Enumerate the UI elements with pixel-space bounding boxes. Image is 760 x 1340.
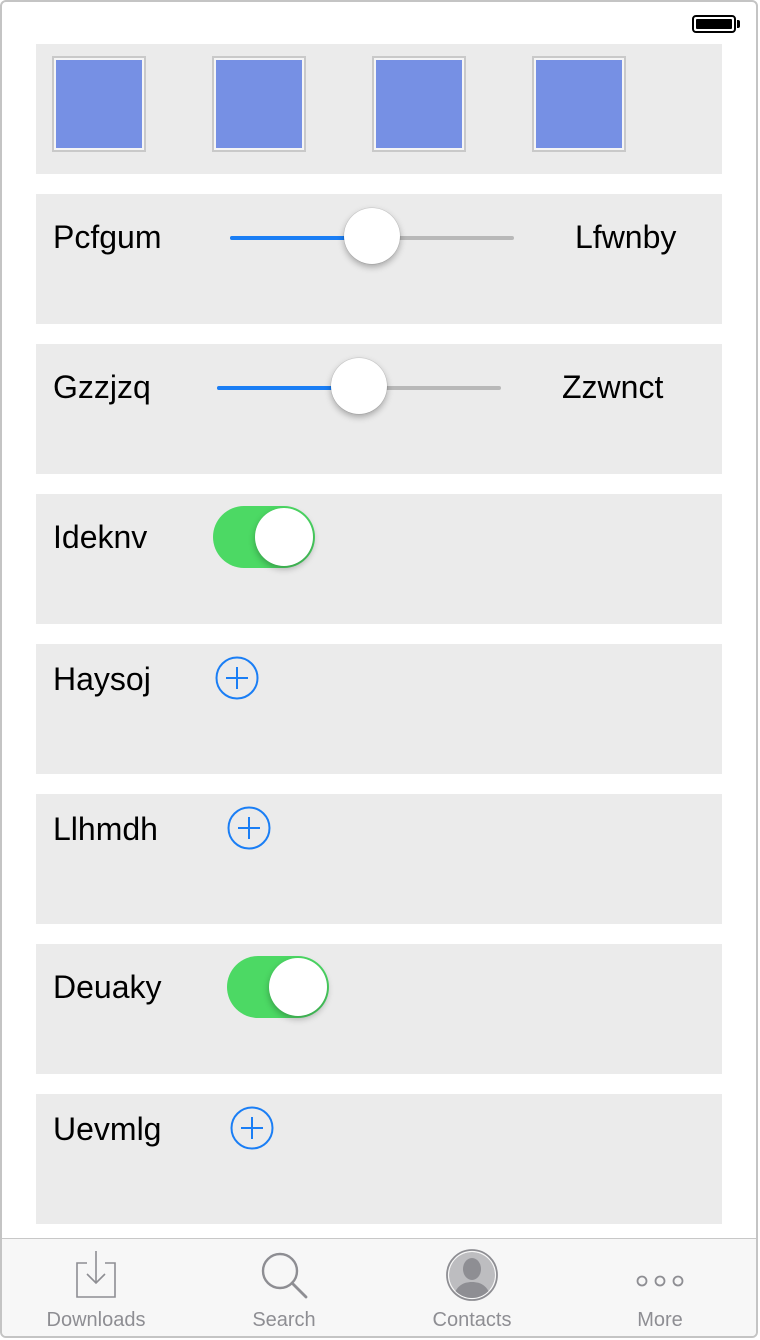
thumbnail-4[interactable]	[532, 56, 626, 152]
app-screen: Pcfgum Lfwnby Gzzjzq Zzwnct Ideknv Hayso…	[0, 0, 758, 1338]
slider-row-1: Pcfgum Lfwnby	[36, 194, 722, 324]
downloads-icon	[76, 1251, 116, 1298]
slider-1-right-label: Lfwnby	[575, 219, 677, 255]
tab-downloads-label: Downloads	[46, 1309, 146, 1331]
add-row-1-label: Haysoj	[53, 661, 151, 697]
toggle-row-1: Ideknv	[36, 494, 722, 624]
add-circle-icon[interactable]	[230, 1106, 274, 1150]
thumbnail-1[interactable]	[52, 56, 146, 152]
slider-2-right-label: Zzwnct	[562, 369, 664, 405]
toggle-1-label: Ideknv	[53, 519, 148, 555]
toggle-1-switch[interactable]	[213, 506, 315, 568]
tab-bar: Downloads Search Contacts More	[2, 1238, 756, 1336]
thumbnail-2[interactable]	[212, 56, 306, 152]
add-row-2: Llhmdh	[36, 794, 722, 924]
add-row-1: Haysoj	[36, 644, 722, 774]
toggle-2-switch[interactable]	[227, 956, 329, 1018]
toggle-1-knob	[255, 508, 313, 566]
tab-more-label: More	[637, 1309, 683, 1331]
slider-1-thumb[interactable]	[344, 208, 400, 264]
battery-tip	[737, 20, 740, 28]
tab-contacts[interactable]: Contacts	[378, 1239, 566, 1336]
contacts-icon	[446, 1249, 498, 1301]
add-circle-icon[interactable]	[215, 656, 259, 700]
add-row-3: Uevmlg	[36, 1094, 722, 1224]
thumbnail-row	[36, 44, 722, 174]
more-icon	[636, 1275, 684, 1287]
tab-downloads[interactable]: Downloads	[2, 1239, 190, 1336]
tab-contacts-label: Contacts	[432, 1309, 512, 1331]
slider-2-label: Gzzjzq	[53, 369, 151, 405]
slider-2-thumb[interactable]	[331, 358, 387, 414]
tab-search[interactable]: Search	[190, 1239, 378, 1336]
add-row-2-label: Llhmdh	[53, 811, 158, 847]
slider-row-2: Gzzjzq Zzwnct	[36, 344, 722, 474]
add-row-3-label: Uevmlg	[53, 1111, 162, 1147]
add-circle-icon[interactable]	[227, 806, 271, 850]
tab-more[interactable]: More	[566, 1239, 754, 1336]
toggle-2-label: Deuaky	[53, 969, 162, 1005]
toggle-2-knob	[269, 958, 327, 1016]
tab-search-label: Search	[252, 1309, 316, 1331]
battery-icon	[692, 15, 736, 33]
slider-1-label: Pcfgum	[53, 219, 162, 255]
thumbnail-3[interactable]	[372, 56, 466, 152]
search-icon	[261, 1252, 308, 1299]
toggle-row-2: Deuaky	[36, 944, 722, 1074]
